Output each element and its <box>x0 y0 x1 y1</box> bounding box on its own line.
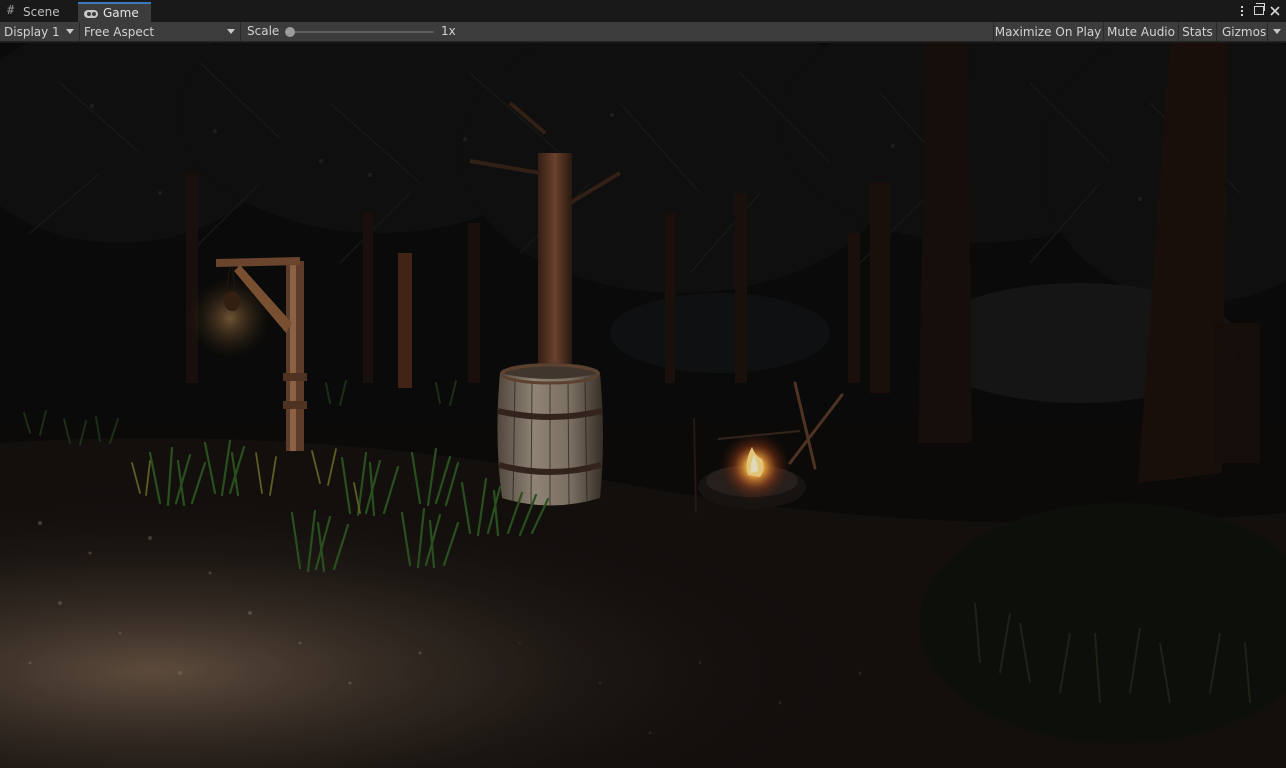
stats-toggle[interactable]: Stats <box>1178 22 1216 41</box>
tab-scene-label: Scene <box>23 5 60 19</box>
editor-tab-strip: Scene Game <box>0 0 1286 22</box>
tab-game-label: Game <box>103 6 139 20</box>
display-dropdown-label: Display 1 <box>4 24 60 39</box>
maximize-window-icon[interactable] <box>1252 3 1266 18</box>
chevron-down-icon <box>1273 29 1281 34</box>
display-dropdown[interactable]: Display 1 <box>0 22 80 41</box>
scale-slider-track[interactable] <box>290 31 434 33</box>
gamepad-icon <box>84 10 98 18</box>
game-scene-render <box>0 43 1286 768</box>
mute-audio-label: Mute Audio <box>1107 24 1175 39</box>
scene-hash-icon <box>6 3 18 18</box>
gizmos-label: Gizmos <box>1222 24 1267 39</box>
game-viewport[interactable] <box>0 43 1286 768</box>
aspect-dropdown[interactable]: Free Aspect <box>80 22 241 41</box>
scale-slider-handle[interactable] <box>285 27 295 37</box>
chevron-down-icon <box>66 29 74 34</box>
close-window-icon[interactable] <box>1268 3 1282 18</box>
stats-label: Stats <box>1182 24 1213 39</box>
gizmos-toggle[interactable]: Gizmos <box>1216 22 1268 41</box>
game-view-toolbar: Display 1 Free Aspect Scale 1x Maximize … <box>0 22 1286 42</box>
more-options-icon[interactable] <box>1235 3 1249 18</box>
chevron-down-icon <box>227 29 235 34</box>
tab-scene[interactable]: Scene <box>0 2 77 22</box>
scale-value: 1x <box>441 24 456 38</box>
aspect-dropdown-label: Free Aspect <box>84 24 155 39</box>
gizmos-dropdown[interactable] <box>1267 22 1286 41</box>
tab-game[interactable]: Game <box>78 2 151 22</box>
maximize-on-play-toggle[interactable]: Maximize On Play <box>993 22 1102 41</box>
scale-label: Scale <box>247 24 280 38</box>
maximize-on-play-label: Maximize On Play <box>994 24 1102 39</box>
mute-audio-toggle[interactable]: Mute Audio <box>1103 22 1178 41</box>
